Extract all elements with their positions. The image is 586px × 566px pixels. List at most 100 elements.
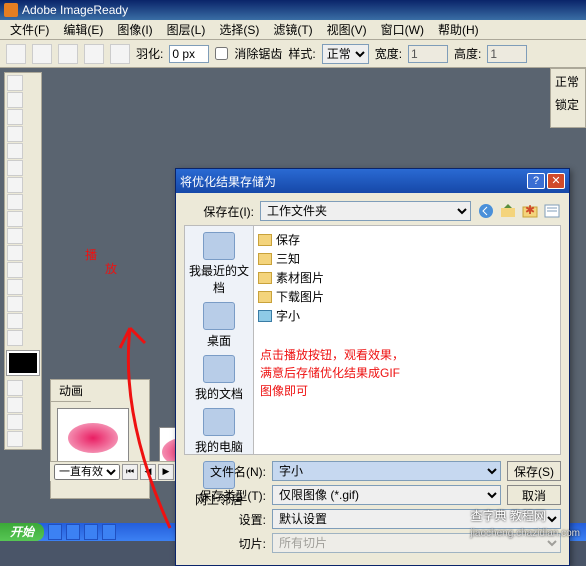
computer-icon [203, 408, 235, 436]
height-input[interactable] [487, 45, 527, 63]
folder-icon [258, 291, 272, 303]
marquee-tool-icon[interactable] [7, 75, 23, 91]
annotation-text: 播 放 [85, 248, 117, 277]
color-swatch[interactable] [7, 351, 39, 375]
slices-label: 切片: [184, 535, 266, 552]
file-item[interactable]: 保存 [258, 230, 556, 249]
menu-view[interactable]: 视图(V) [321, 19, 373, 40]
tool-preset-icon[interactable] [6, 44, 26, 64]
filename-label: 文件名(N): [184, 463, 266, 480]
places-bar: 我最近的文档 桌面 我的文档 我的电脑 网上邻居 [184, 225, 254, 455]
app-title: Adobe ImageReady [22, 3, 128, 17]
eraser-tool-icon[interactable] [7, 228, 23, 244]
back-icon[interactable] [477, 202, 495, 220]
file-item[interactable]: 三知 [258, 249, 556, 268]
move-tool-icon[interactable] [7, 92, 23, 108]
first-frame-button[interactable]: ⏮ [122, 464, 138, 480]
workspace: 正常 锁定 动画 一直有效 ⏮ ◀ ▶ ▶ ⏭ 0.1秒 0.1秒 0.1秒 0… [0, 68, 586, 523]
anim-frame-thumb[interactable] [57, 408, 129, 468]
menu-help[interactable]: 帮助(H) [432, 19, 485, 40]
eyedropper-tool-icon[interactable] [7, 279, 23, 295]
crop-tool-icon[interactable] [7, 211, 23, 227]
file-list[interactable]: 保存 三知 素材图片 下载图片 字小 点击播放按钮，观看效果， 满意后存储优化结… [254, 225, 561, 455]
folder-icon [258, 234, 272, 246]
dialog-title: 将优化结果存储为 [180, 173, 276, 190]
taskbar-item[interactable] [84, 524, 98, 540]
height-label: 高度: [454, 45, 481, 62]
svg-text:✱: ✱ [525, 203, 535, 217]
menu-window[interactable]: 窗口(W) [375, 19, 430, 40]
width-input[interactable] [408, 45, 448, 63]
menu-edit[interactable]: 编辑(E) [57, 19, 109, 40]
preview-icon[interactable] [7, 380, 23, 396]
save-button[interactable]: 保存(S) [507, 461, 561, 481]
shape-tool-icon[interactable] [7, 194, 23, 210]
filetype-label: 保存类型(T): [184, 487, 266, 504]
feather-label: 羽化: [136, 45, 163, 62]
save-in-select[interactable]: 工作文件夹 [260, 201, 471, 221]
place-computer[interactable]: 我的电脑 [195, 408, 243, 455]
slice-tool-icon[interactable] [7, 143, 23, 159]
place-recent[interactable]: 我最近的文档 [185, 232, 253, 296]
cancel-button[interactable]: 取消 [507, 485, 561, 505]
menu-file[interactable]: 文件(F) [4, 19, 55, 40]
antialias-checkbox[interactable] [215, 47, 228, 60]
settings-label: 设置: [184, 511, 266, 528]
filename-input[interactable]: 字小 [272, 461, 501, 481]
app-titlebar: Adobe ImageReady [0, 0, 586, 20]
start-button[interactable]: 开始 [0, 523, 44, 541]
menu-filter[interactable]: 滤镜(T) [267, 19, 318, 40]
lasso-tool-icon[interactable] [7, 109, 23, 125]
up-icon[interactable] [499, 202, 517, 220]
close-button[interactable]: ✕ [547, 173, 565, 189]
bucket-tool-icon[interactable] [7, 245, 23, 261]
folder-icon [258, 272, 272, 284]
tool-extra-icon[interactable] [7, 330, 23, 346]
marquee-intersect-icon[interactable] [110, 44, 130, 64]
view-menu-icon[interactable] [543, 202, 561, 220]
mydocs-icon [203, 355, 235, 383]
wand-tool-icon[interactable] [7, 126, 23, 142]
zoom-tool-icon[interactable] [7, 313, 23, 329]
marquee-mode-icon[interactable] [32, 44, 52, 64]
file-item[interactable]: 下载图片 [258, 287, 556, 306]
marquee-sub-icon[interactable] [84, 44, 104, 64]
type-tool-icon[interactable] [7, 177, 23, 193]
new-folder-icon[interactable]: ✱ [521, 202, 539, 220]
menu-select[interactable]: 选择(S) [213, 19, 265, 40]
taskbar-item[interactable] [48, 524, 62, 540]
frame-content-icon [68, 423, 118, 453]
play-button[interactable]: ▶ [158, 464, 174, 480]
dialog-titlebar[interactable]: 将优化结果存储为 ? ✕ [176, 169, 569, 193]
hand-tool-icon[interactable] [7, 296, 23, 312]
gradient-tool-icon[interactable] [7, 262, 23, 278]
desktop-icon [203, 302, 235, 330]
imagemap-tool-icon[interactable] [7, 160, 23, 176]
jump-icon[interactable] [7, 414, 23, 430]
save-in-label: 保存在(I): [184, 203, 254, 220]
animation-tab[interactable]: 动画 [51, 380, 91, 402]
filetype-select[interactable]: 仅限图像 (*.gif) [272, 485, 501, 505]
tool-palette [4, 72, 42, 450]
menubar: 文件(F) 编辑(E) 图像(I) 图层(L) 选择(S) 滤镜(T) 视图(V… [0, 20, 586, 40]
antialias-label: 消除锯齿 [234, 45, 282, 62]
prev-frame-button[interactable]: ◀ [140, 464, 156, 480]
loop-select[interactable]: 一直有效 [54, 464, 120, 480]
help-button[interactable]: ? [527, 173, 545, 189]
toggle-icon[interactable] [7, 397, 23, 413]
place-mydocs[interactable]: 我的文档 [195, 355, 243, 402]
place-desktop[interactable]: 桌面 [203, 302, 235, 349]
blend-mode[interactable]: 正常 [555, 73, 581, 90]
style-select[interactable]: 正常 [322, 44, 369, 64]
marquee-add-icon[interactable] [58, 44, 78, 64]
file-item[interactable]: 素材图片 [258, 268, 556, 287]
taskbar-item[interactable] [66, 524, 80, 540]
taskbar-item[interactable] [102, 524, 116, 540]
file-item[interactable]: 字小 [258, 306, 556, 325]
feather-input[interactable] [169, 45, 209, 63]
menu-layer[interactable]: 图层(L) [161, 19, 212, 40]
app-icon [4, 3, 18, 17]
menu-image[interactable]: 图像(I) [111, 19, 158, 40]
recent-icon [203, 232, 235, 260]
jump2-icon[interactable] [7, 431, 23, 447]
